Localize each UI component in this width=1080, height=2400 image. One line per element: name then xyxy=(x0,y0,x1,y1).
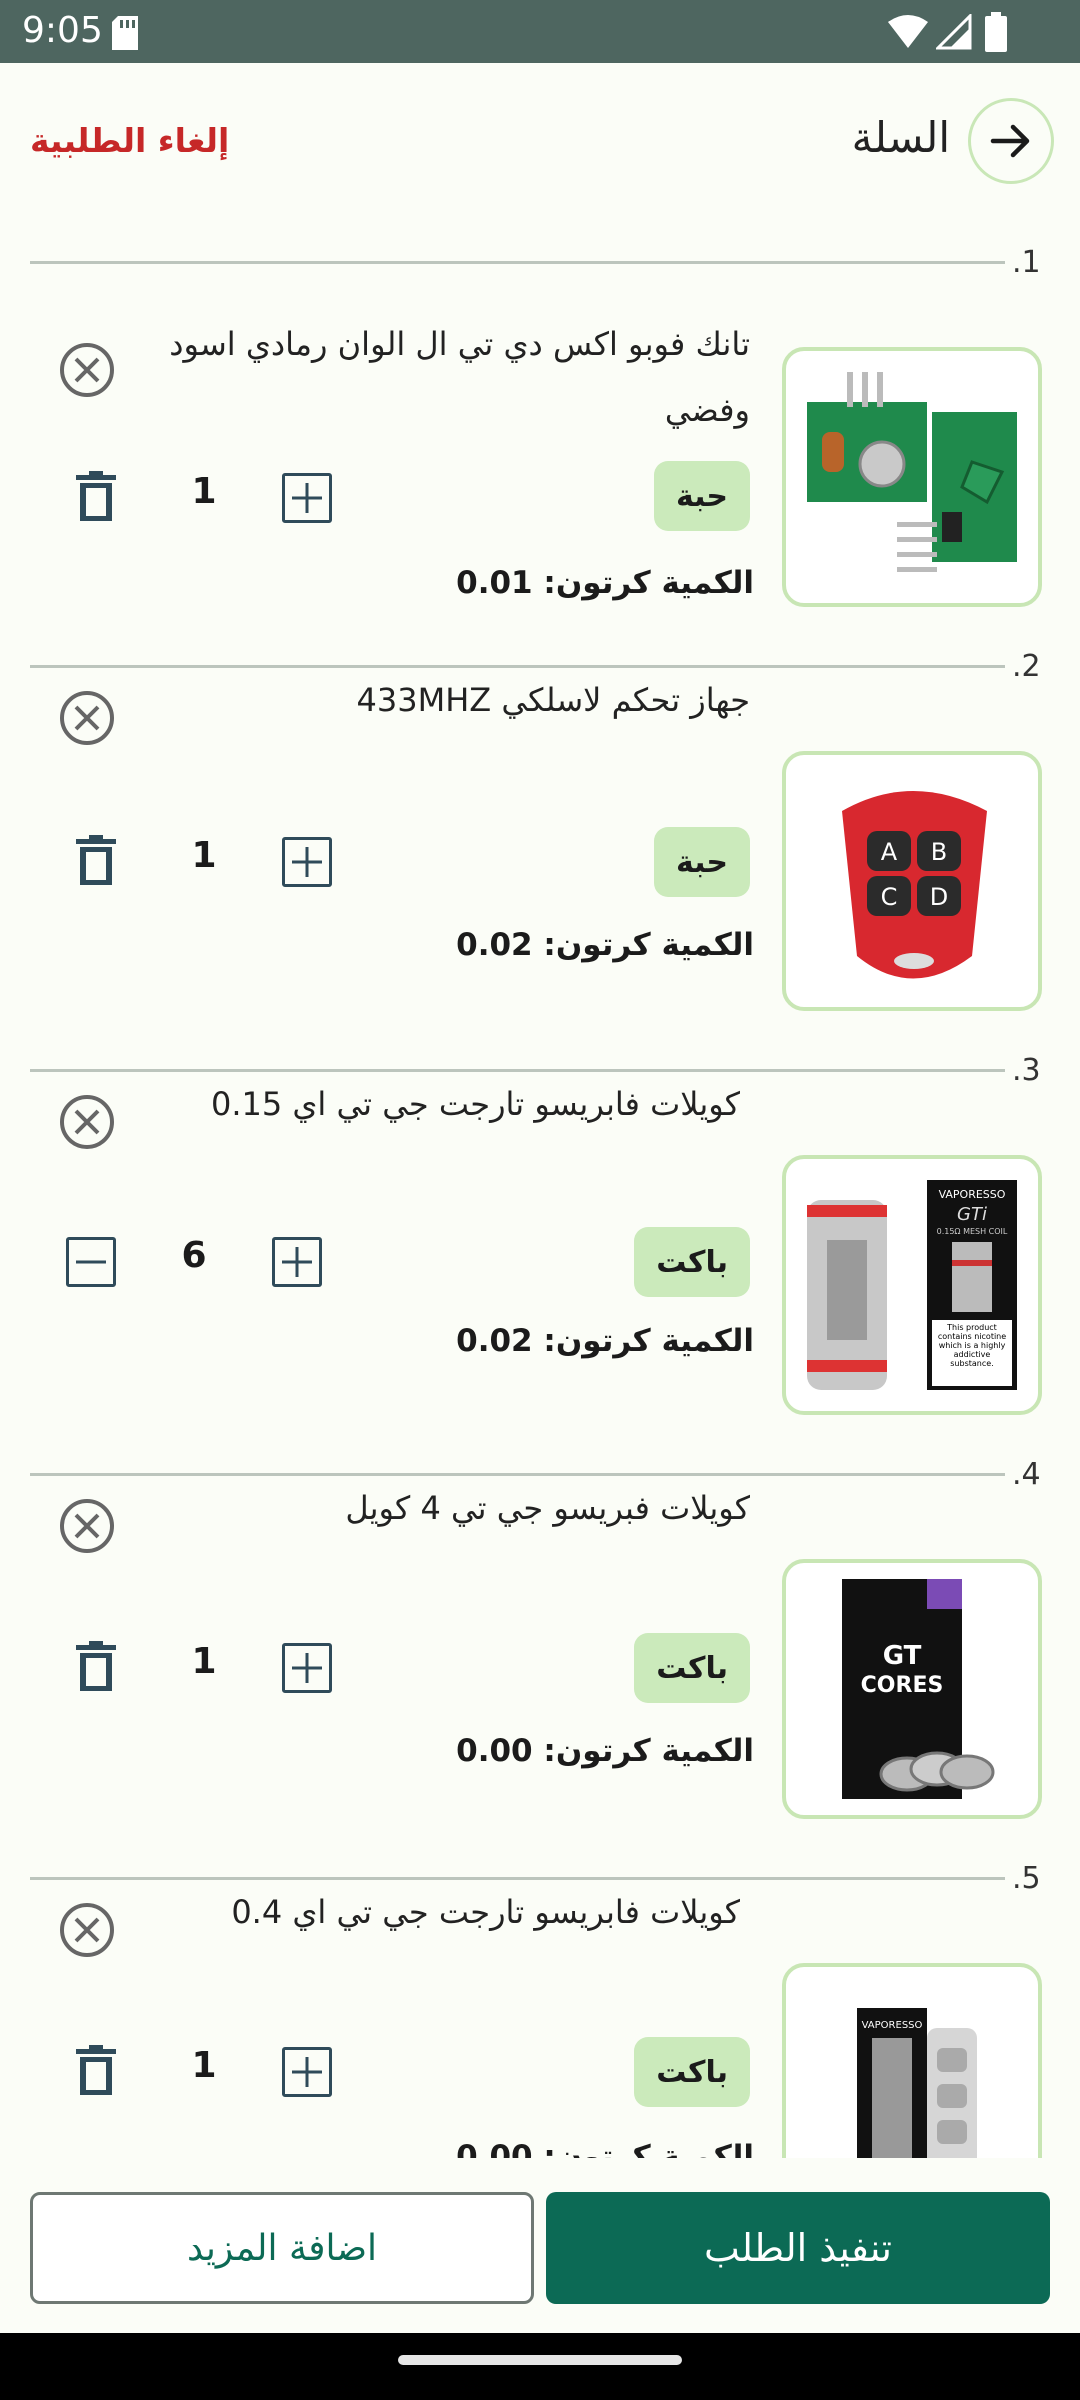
unit-chip[interactable]: باكت xyxy=(634,2037,750,2107)
signal-icon xyxy=(936,14,972,50)
cancel-order-button[interactable]: إلغاء الطلبية xyxy=(30,121,229,160)
carton-quantity: الكمية كرتون: 0.02 xyxy=(456,1323,754,1359)
unit-chip[interactable]: باكت xyxy=(634,1227,750,1297)
bottom-action-bar: اضافة المزيد تنفيذ الطلب xyxy=(0,2158,1080,2333)
remove-item-icon[interactable] xyxy=(58,341,116,399)
status-time: 9:05 xyxy=(22,10,103,51)
quantity-value: 1 xyxy=(191,1641,217,1682)
carton-quantity: الكمية كرتون: 0.01 xyxy=(456,565,754,601)
product-image[interactable]: VAPORESSO xyxy=(782,1963,1042,2158)
unit-chip[interactable]: حبة xyxy=(653,827,750,897)
carton-value: 0.01 xyxy=(456,565,533,601)
item-number: .5 xyxy=(1012,1861,1041,1896)
carton-quantity: الكمية كرتون: 0.02 xyxy=(456,927,754,963)
divider xyxy=(30,261,1005,264)
item-number: .3 xyxy=(1012,1053,1041,1088)
trash-icon[interactable] xyxy=(74,2045,118,2097)
svg-text:C: C xyxy=(881,883,898,911)
product-name: كويلات فابريسو تارجت جي تي اي 0.15 xyxy=(210,1085,740,1123)
carton-value: 0.00 xyxy=(456,2139,533,2158)
carton-value: 0.02 xyxy=(456,927,533,963)
trash-icon[interactable] xyxy=(74,471,118,523)
app-header: السلة إلغاء الطلبية xyxy=(0,63,1080,223)
carton-quantity: الكمية كرتون: 0.00 xyxy=(456,1733,754,1769)
unit-chip[interactable]: باكت xyxy=(634,1633,750,1703)
trash-icon[interactable] xyxy=(74,1641,118,1693)
svg-text:B: B xyxy=(931,838,947,866)
increase-quantity-button[interactable] xyxy=(282,1643,332,1693)
back-button[interactable] xyxy=(968,98,1054,184)
remove-item-icon[interactable] xyxy=(58,1093,116,1151)
carton-value: 0.00 xyxy=(456,1733,533,1769)
remove-item-icon[interactable] xyxy=(58,1901,116,1959)
gt-cores-box-image: GT CORES xyxy=(842,1579,995,1799)
remove-item-icon[interactable] xyxy=(58,1497,116,1555)
product-name: جهاز تحكم لاسلكي 433MHZ xyxy=(356,681,750,719)
home-gesture-handle[interactable] xyxy=(398,2355,682,2365)
battery-icon xyxy=(985,12,1007,52)
product-name: كويلات فبريسو جي تي 4 كويل xyxy=(345,1489,750,1527)
cart-item: .3 VAPORESSO GTi 0.15Ω MESH COIL This pr… xyxy=(0,1031,1080,1435)
unit-chip[interactable]: حبة xyxy=(653,461,750,531)
coil-pack-image: VAPORESSO xyxy=(857,2008,977,2158)
remove-item-icon[interactable] xyxy=(58,689,116,747)
svg-text:VAPORESSO: VAPORESSO xyxy=(862,2020,923,2031)
add-more-button[interactable]: اضافة المزيد xyxy=(30,2192,534,2304)
carton-value: 0.02 xyxy=(456,1323,533,1359)
svg-text:D: D xyxy=(930,883,948,911)
svg-text:GT: GT xyxy=(883,1641,922,1671)
decrease-quantity-button[interactable] xyxy=(66,1237,116,1287)
product-image[interactable]: VAPORESSO GTi 0.15Ω MESH COIL This produ… xyxy=(782,1155,1042,1415)
arrow-right-icon xyxy=(990,124,1030,158)
svg-text:0.15Ω MESH COIL: 0.15Ω MESH COIL xyxy=(937,1227,1008,1236)
carton-quantity: الكمية كرتون: 0.00 xyxy=(456,2139,754,2158)
quantity-value: 1 xyxy=(191,835,217,876)
cart-item: .1 تانك فوبو اكس دي تي ال الوان رمادي اس… xyxy=(0,223,1080,627)
product-image[interactable] xyxy=(782,347,1042,607)
increase-quantity-button[interactable] xyxy=(282,473,332,523)
svg-text:A: A xyxy=(881,838,898,866)
svg-text:GTi: GTi xyxy=(957,1204,987,1225)
item-number: .4 xyxy=(1012,1457,1041,1492)
product-image[interactable]: A B C D xyxy=(782,751,1042,1011)
sd-card-icon xyxy=(112,16,138,50)
quantity-value: 6 xyxy=(181,1235,207,1276)
page-title: السلة xyxy=(851,113,950,162)
item-number: .2 xyxy=(1012,649,1041,684)
rf-module-image xyxy=(807,372,1017,572)
cart-item: .5 VAPORESSO كويلات فابريسو تارجت جي تي … xyxy=(0,1839,1080,2158)
svg-text:VAPORESSO: VAPORESSO xyxy=(939,1188,1006,1201)
wifi-icon xyxy=(888,15,928,48)
coil-pack-image: VAPORESSO GTi 0.15Ω MESH COIL This produ… xyxy=(807,1180,1017,1390)
quantity-value: 1 xyxy=(191,471,217,512)
cart-list[interactable]: .1 تانك فوبو اكس دي تي ال الوان رمادي اس… xyxy=(0,223,1080,2158)
system-navigation-bar xyxy=(0,2333,1080,2400)
item-number: .1 xyxy=(1012,245,1041,280)
status-bar: 9:05 xyxy=(0,0,1080,63)
submit-order-button[interactable]: تنفيذ الطلب xyxy=(546,2192,1050,2304)
remote-control-image: A B C D xyxy=(842,791,987,979)
increase-quantity-button[interactable] xyxy=(272,1237,322,1287)
product-name: كويلات فابريسو تارجت جي تي اي 0.4 xyxy=(231,1893,740,1931)
svg-text:CORES: CORES xyxy=(861,1673,944,1698)
cart-item: .4 GT CORES كويلات فبريسو جي تي 4 كويل ب… xyxy=(0,1435,1080,1839)
cart-item: .2 A B C D جهاز تحكم لاسلكي 433MHZ حبة 1… xyxy=(0,627,1080,1031)
increase-quantity-button[interactable] xyxy=(282,2047,332,2097)
product-name: تانك فوبو اكس دي تي ال الوان رمادي اسود … xyxy=(169,325,750,429)
quantity-value: 1 xyxy=(191,2045,217,2086)
product-image[interactable]: GT CORES xyxy=(782,1559,1042,1819)
trash-icon[interactable] xyxy=(74,835,118,887)
increase-quantity-button[interactable] xyxy=(282,837,332,887)
